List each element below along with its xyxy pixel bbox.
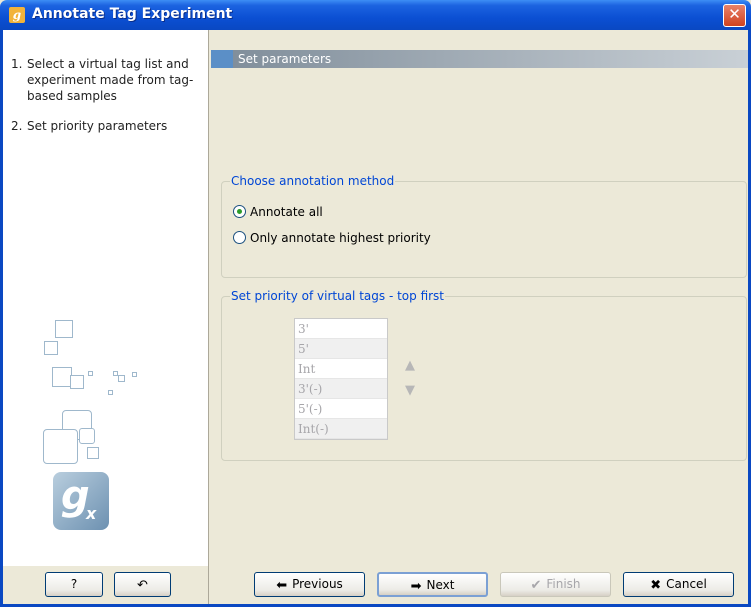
annotation-method-group: Choose annotation method Annotate all On…: [221, 174, 747, 278]
virtual-tags-list[interactable]: 3' 5' Int 3'(-) 5'(-) Int(-): [294, 318, 388, 440]
list-item[interactable]: Int: [295, 359, 387, 379]
list-item[interactable]: 5': [295, 339, 387, 359]
step-item: 1. Select a virtual tag list and experim…: [11, 56, 201, 104]
next-button[interactable]: ➡ Next: [377, 572, 488, 597]
step-item: 2. Set priority parameters: [11, 118, 201, 134]
list-item[interactable]: 3': [295, 319, 387, 339]
finish-label: Finish: [546, 577, 581, 591]
arrow-down-icon[interactable]: ▼: [403, 384, 417, 398]
list-item[interactable]: 5'(-): [295, 399, 387, 419]
list-item[interactable]: 3'(-): [295, 379, 387, 399]
reset-button[interactable]: ↶: [114, 572, 171, 597]
step-label: Set priority parameters: [27, 119, 168, 133]
annotate-all-option[interactable]: Annotate all: [233, 203, 323, 221]
tag-priority-group: Set priority of virtual tags - top first…: [221, 289, 747, 461]
app-icon: g: [9, 7, 25, 23]
close-button[interactable]: ✕: [723, 4, 746, 27]
tag-priority-legend: Set priority of virtual tags - top first: [230, 289, 446, 303]
section-header: Set parameters: [211, 50, 748, 68]
app-logo: g x: [53, 472, 109, 530]
step-number: 2.: [11, 119, 23, 133]
radio-unchecked-icon[interactable]: [233, 231, 246, 244]
arrow-left-icon: ⬅: [276, 578, 288, 593]
highest-priority-label: Only annotate highest priority: [250, 231, 431, 245]
cancel-icon: ✖: [650, 578, 662, 593]
checkmark-icon: ✔: [530, 578, 542, 593]
step-label: Select a virtual tag list and experiment…: [27, 57, 194, 103]
cancel-label: Cancel: [666, 577, 707, 591]
finish-button[interactable]: ✔ Finish: [500, 572, 611, 597]
previous-button[interactable]: ⬅ Previous: [254, 572, 365, 597]
radio-checked-icon[interactable]: [233, 205, 246, 218]
wizard-steps-panel: 1. Select a virtual tag list and experim…: [3, 30, 209, 566]
annotate-all-label: Annotate all: [250, 205, 323, 219]
list-item[interactable]: Int(-): [295, 419, 387, 439]
bottom-separator: [208, 566, 209, 604]
section-marker: [211, 50, 233, 68]
steps-list: 1. Select a virtual tag list and experim…: [11, 56, 201, 148]
parameters-panel: Set parameters Choose annotation method …: [211, 50, 748, 566]
window-title: Annotate Tag Experiment: [32, 6, 233, 22]
title-bar: g Annotate Tag Experiment ✕: [0, 0, 751, 30]
section-title: Set parameters: [238, 52, 332, 66]
reset-icon: ↶: [137, 578, 148, 593]
highest-priority-option[interactable]: Only annotate highest priority: [233, 229, 431, 247]
step-number: 1.: [11, 57, 23, 71]
help-button[interactable]: ?: [45, 572, 103, 597]
annotation-method-legend: Choose annotation method: [230, 174, 396, 188]
help-label: ?: [70, 577, 78, 591]
previous-label: Previous: [292, 577, 343, 591]
logo-x: x: [86, 504, 97, 523]
next-label: Next: [426, 578, 455, 592]
arrow-right-icon: ➡: [410, 579, 422, 594]
cancel-button[interactable]: ✖ Cancel: [623, 572, 734, 597]
arrow-up-icon[interactable]: ▲: [403, 359, 417, 373]
